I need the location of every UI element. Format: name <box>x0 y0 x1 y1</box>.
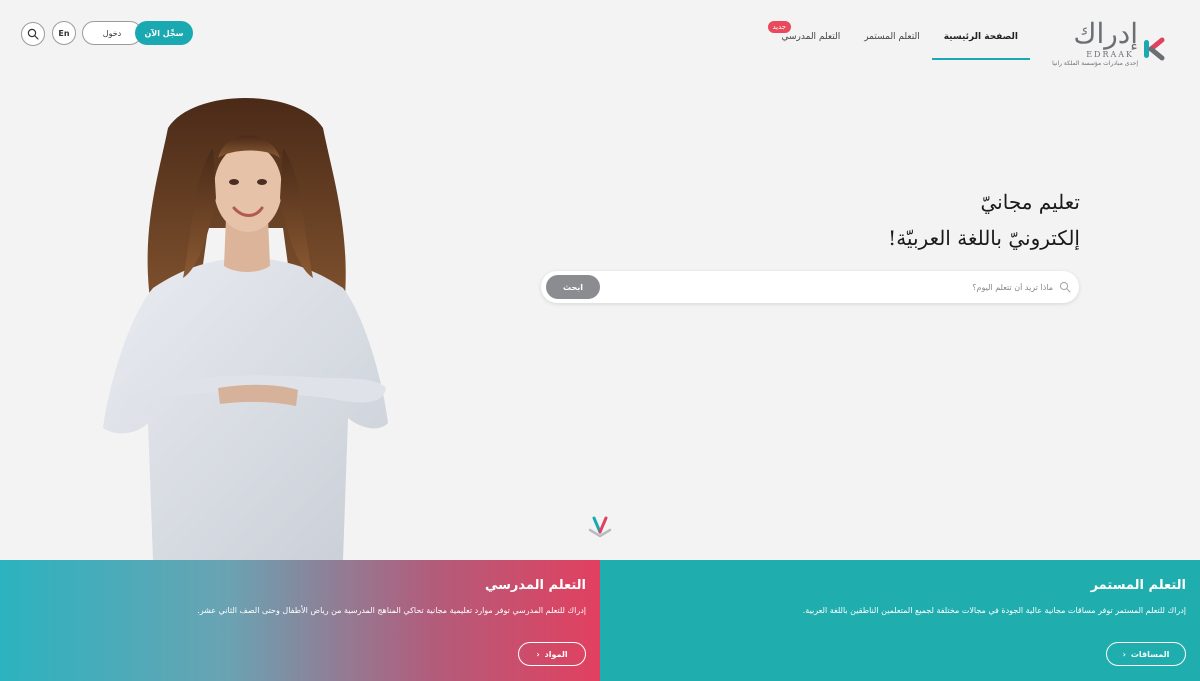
search-button[interactable] <box>21 22 45 46</box>
hero-title-line2: إلكترونيّ باللغة العربيّة! <box>888 226 1080 250</box>
edraak-mark-icon <box>588 516 612 538</box>
continuous-learning-title: التعلم المستمر <box>1090 578 1186 593</box>
nav-item-school-learning[interactable]: التعلم المدرسي جديد <box>767 0 853 60</box>
subjects-button-label: المواد <box>544 649 568 659</box>
logo-wordmark: إدراك <box>1073 17 1138 50</box>
continuous-learning-description: إدراك للتعلم المستمر توفر مساقات مجانية … <box>802 606 1186 615</box>
logo-tagline: إحدى مبادرات مؤسسة الملكة رانيا <box>1052 60 1138 67</box>
search-icon <box>27 28 39 40</box>
search-submit-button[interactable]: ابحث <box>546 275 600 299</box>
signup-button[interactable]: سجِّل الآن <box>135 21 193 45</box>
continuous-learning-panel: التعلم المستمر إدراك للتعلم المستمر توفر… <box>600 560 1200 681</box>
new-badge: جديد <box>767 21 792 33</box>
hero-title: تعليم مجانيّ إلكترونيّ باللغة العربيّة! <box>680 184 1080 256</box>
nav-item-home[interactable]: الصفحة الرئيسية <box>931 0 1031 60</box>
subjects-button[interactable]: المواد ‹ <box>518 642 586 666</box>
site-header: إدراك EDRAAK إحدى مبادرات مؤسسة الملكة ر… <box>0 0 1200 70</box>
course-search-bar: ابحث <box>541 271 1079 303</box>
edraak-logo[interactable]: إدراك EDRAAK إحدى مبادرات مؤسسة الملكة ر… <box>1052 17 1168 70</box>
courses-button-label: المساقات <box>1130 649 1170 659</box>
courses-button[interactable]: المساقات ‹ <box>1106 642 1186 666</box>
edraak-logo-icon <box>1144 37 1165 61</box>
login-button[interactable]: دخول <box>82 21 142 45</box>
school-learning-title: التعلم المدرسي <box>485 578 586 593</box>
school-learning-description: إدراك للتعلم المدرسي توفر موارد تعليمية … <box>197 606 586 615</box>
learning-panels: التعلم المدرسي إدراك للتعلم المدرسي توفر… <box>0 560 1200 681</box>
main-nav: الصفحة الرئيسية التعلم المستمر التعلم ال… <box>767 0 1031 60</box>
nav-item-school-learning-label: التعلم المدرسي <box>781 32 841 42</box>
search-icon <box>1059 281 1071 293</box>
hero-person-image <box>103 98 388 560</box>
logo-latin-name: EDRAAK <box>1086 50 1134 59</box>
school-learning-panel: التعلم المدرسي إدراك للتعلم المدرسي توفر… <box>0 560 600 681</box>
chevron-left-icon: ‹ <box>536 649 540 659</box>
hero-title-line1: تعليم مجانيّ <box>980 190 1081 214</box>
nav-item-continuous-learning[interactable]: التعلم المستمر <box>852 0 932 60</box>
language-toggle-button[interactable]: En <box>52 21 76 45</box>
course-search-input[interactable] <box>753 277 1053 297</box>
chevron-left-icon: ‹ <box>1122 649 1126 659</box>
